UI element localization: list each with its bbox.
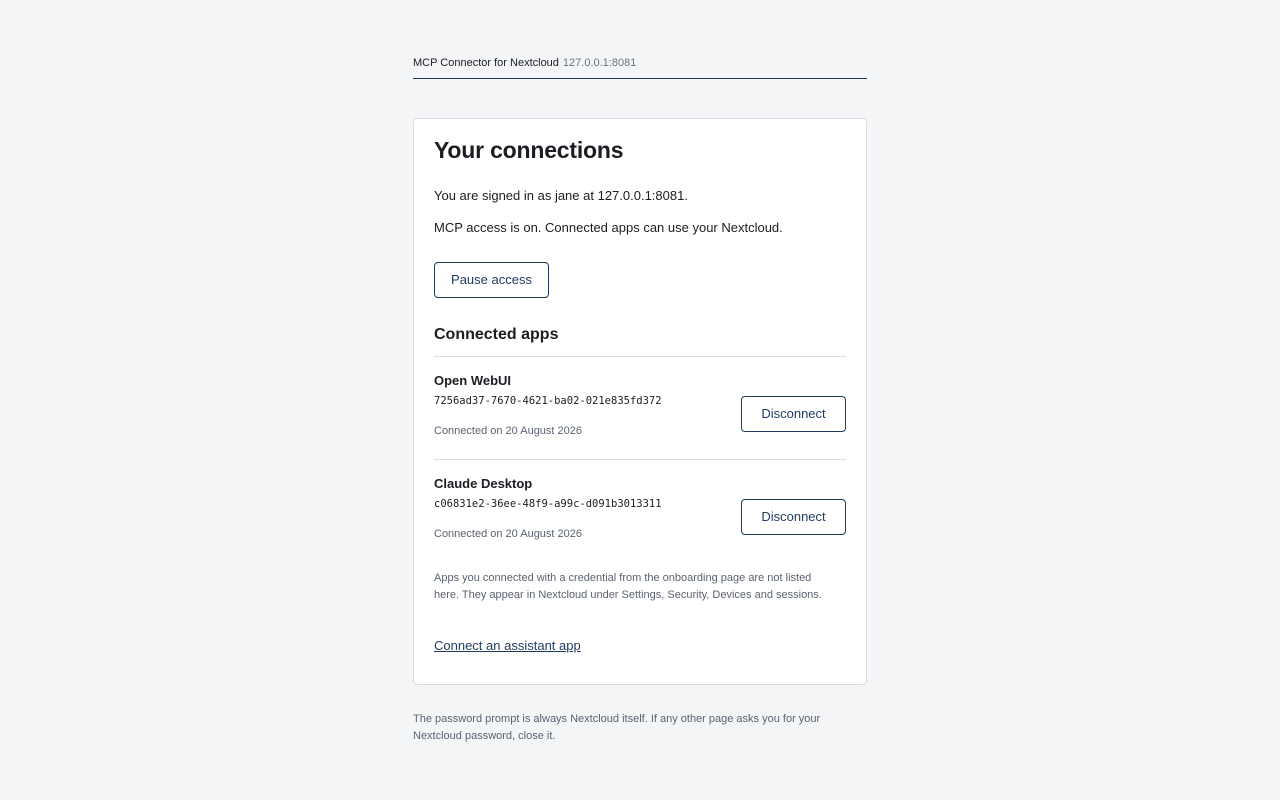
connections-card: Your connections You are signed in as ja…: [413, 118, 867, 685]
host-label: 127.0.0.1:8081: [562, 57, 637, 69]
divider: [434, 459, 846, 460]
security-footer-note: The password prompt is always Nextcloud …: [413, 713, 821, 742]
signed-in-text: You are signed in as jane at 127.0.0.1:8…: [434, 188, 688, 203]
disconnect-button[interactable]: Disconnect: [741, 396, 846, 432]
app-connected-date: Connected on 20 August 2026: [434, 528, 583, 540]
top-header: MCP Connector for Nextcloud 127.0.0.1:808…: [413, 56, 867, 79]
credential-note: Apps you connected with a credential fro…: [434, 572, 822, 601]
app-connected-date: Connected on 20 August 2026: [434, 425, 583, 437]
app-name: Claude Desktop: [434, 476, 533, 491]
page-title: Your connections: [434, 137, 624, 163]
pause-access-button[interactable]: Pause access: [434, 262, 549, 298]
connected-apps-heading: Connected apps: [434, 326, 559, 343]
connect-assistant-link[interactable]: Connect an assistant app: [434, 638, 581, 653]
access-status-text: MCP access is on. Connected apps can use…: [434, 220, 783, 235]
disconnect-button[interactable]: Disconnect: [741, 499, 846, 535]
app-name: Open WebUI: [434, 373, 512, 388]
app-client-id: c06831e2-36ee-48f9-a99c-d091b3013311: [434, 498, 662, 510]
divider: [434, 356, 846, 357]
app-client-id: 7256ad37-7670-4621-ba02-021e835fd372: [434, 395, 662, 407]
app-title: MCP Connector for Nextcloud: [413, 57, 559, 69]
